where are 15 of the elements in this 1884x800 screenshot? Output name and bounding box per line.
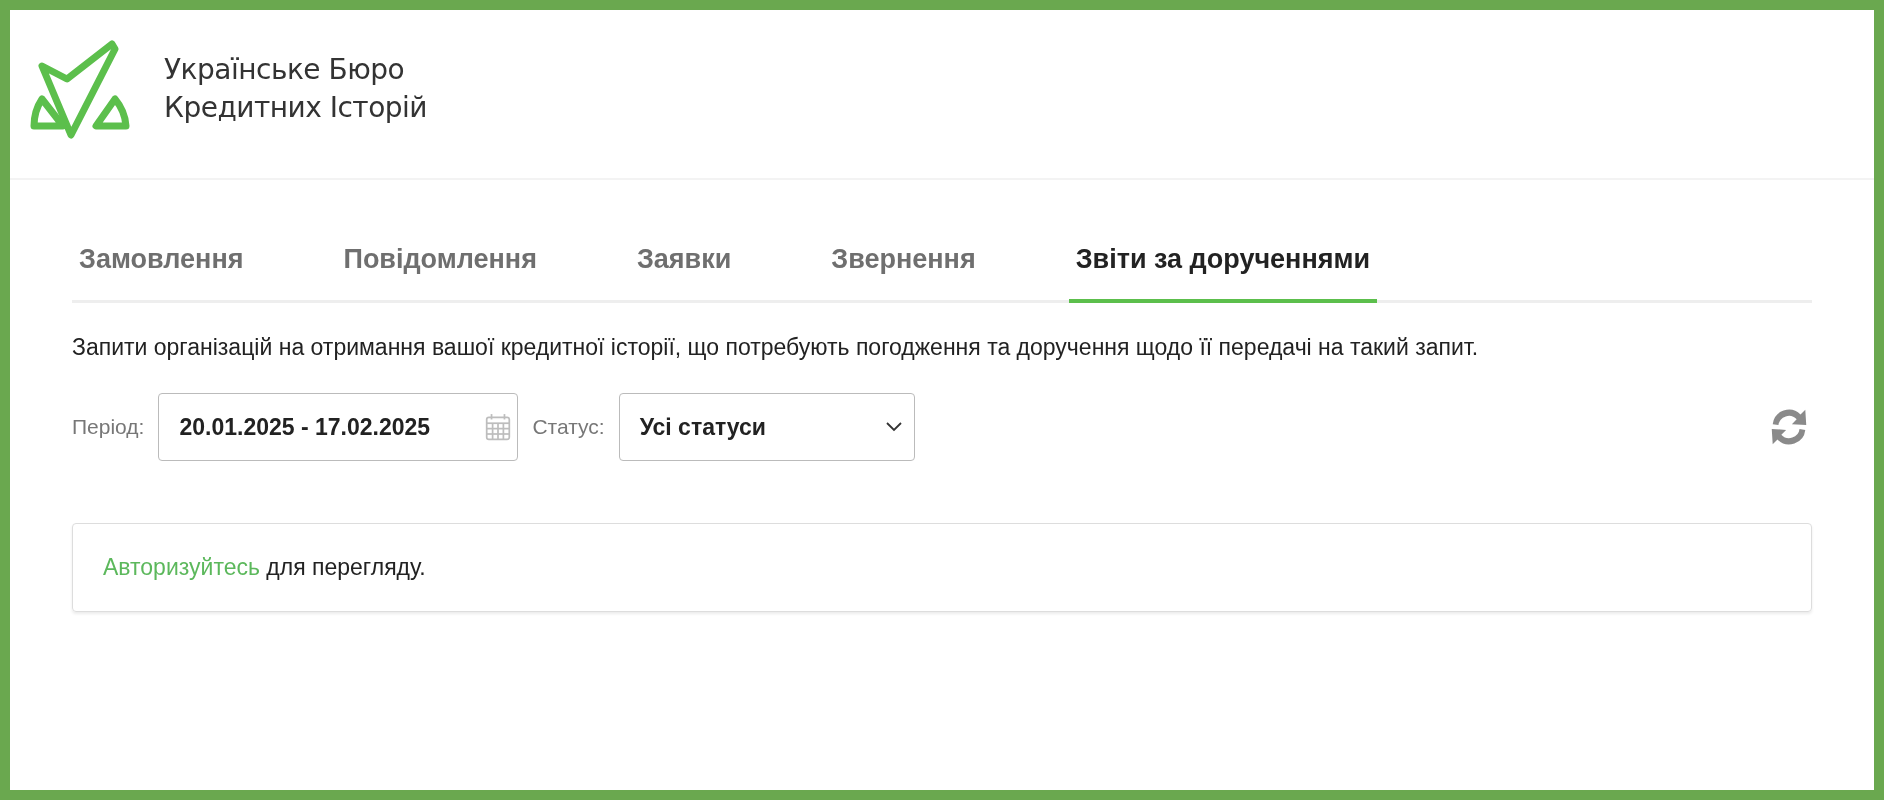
tab[interactable]: Звіти за дорученнями [1068,222,1378,303]
tab[interactable]: Замовлення [72,222,251,303]
description-text: Запити організацій на отримання вашої кредитної історії, що потребують погодження та доручення щодо її передачі на такий запит. [72,333,1480,362]
message-text: Авторизуйтесь для перегляду. [103,554,427,581]
status-dropdown[interactable]: Усі статуси [618,393,915,461]
tab[interactable]: Звернення [824,222,983,303]
chevron-down-icon [885,422,902,432]
period-label: Період: [72,415,145,439]
tab[interactable]: Заявки [629,222,739,303]
logo-text: Кредитних Історій [164,90,428,126]
date-range-field[interactable]: 20.01.2025 - 17.02.2025 [158,393,519,461]
calendar-icon [485,413,512,441]
tab[interactable]: Повідомлення [336,222,544,303]
logo-text: Українське Бюро [164,52,406,88]
status-label: Статус: [532,415,605,439]
